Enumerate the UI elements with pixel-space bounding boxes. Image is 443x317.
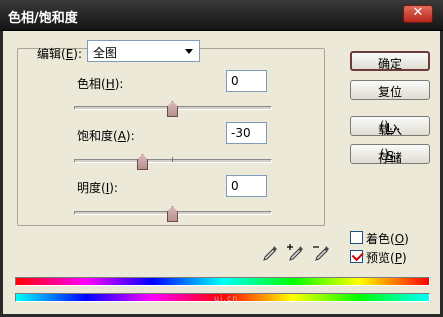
- close-icon: ✕: [412, 5, 424, 20]
- colorize-mnemonic: O: [394, 232, 405, 246]
- edit-label-text: 编辑: [37, 47, 62, 61]
- ok-button[interactable]: 确定: [350, 51, 430, 71]
- load-button-label: 载入(L)...: [351, 119, 429, 137]
- hue-label-text: 色相: [77, 77, 102, 91]
- ok-button-label: 确定: [377, 57, 402, 71]
- preview-checkbox[interactable]: [350, 249, 364, 263]
- preview-label-text: 预览: [366, 251, 391, 265]
- saturation-label: 饱和度(A):: [77, 129, 135, 143]
- edit-label: 编辑(E):: [37, 47, 83, 61]
- lightness-label: 明度(I):: [77, 181, 118, 195]
- saturation-label-text: 饱和度: [77, 129, 114, 143]
- saturation-input[interactable]: -30: [226, 122, 267, 144]
- saturation-slider-track[interactable]: [74, 159, 272, 163]
- saturation-mnemonic: A: [117, 129, 126, 143]
- preview-mnemonic: P: [394, 251, 402, 265]
- lightness-mnemonic: I: [105, 181, 110, 195]
- edit-dropdown-value: 全图: [93, 46, 118, 60]
- load-mnemonic: L: [386, 121, 394, 135]
- close-button[interactable]: ✕: [403, 5, 433, 23]
- lightness-input[interactable]: 0: [226, 175, 267, 197]
- colorize-label: 着色(O): [366, 232, 409, 246]
- save-button[interactable]: 存储(S)...: [350, 144, 430, 165]
- saturation-value: -30: [231, 126, 251, 140]
- window-title: 色相/饱和度: [8, 11, 78, 26]
- hue-label: 色相(H):: [77, 77, 124, 91]
- adjustment-group: [17, 48, 325, 226]
- save-button-label: 存储(S)...: [351, 147, 429, 165]
- hue-value: 0: [231, 74, 239, 88]
- window-frame-left: [0, 31, 3, 317]
- reset-button[interactable]: 复位: [350, 80, 430, 100]
- title-bar: 色相/饱和度 ✕: [0, 0, 443, 31]
- load-button[interactable]: 载入(L)...: [350, 116, 430, 137]
- save-mnemonic: S: [386, 149, 394, 163]
- hue-mnemonic: H: [105, 77, 115, 91]
- edit-mnemonic: E: [65, 47, 74, 61]
- hue-input[interactable]: 0: [226, 70, 267, 92]
- colorize-label-text: 着色: [366, 232, 391, 246]
- eyedropper-minus-icon[interactable]: [312, 243, 332, 263]
- lightness-value: 0: [231, 179, 239, 193]
- dropdown-arrow-icon: [185, 49, 193, 54]
- eyedropper-plus-icon[interactable]: [286, 243, 306, 263]
- color-spectrum-bar-top: [15, 277, 430, 286]
- reset-button-label: 复位: [377, 85, 402, 99]
- saturation-center-tick: [172, 157, 173, 162]
- lightness-label-text: 明度: [77, 181, 102, 195]
- preview-label: 预览(P): [366, 251, 407, 265]
- colorize-checkbox[interactable]: [350, 231, 363, 244]
- watermark: ui.cn: [214, 294, 239, 303]
- checkmark-icon: [351, 249, 364, 262]
- edit-dropdown[interactable]: 全图: [87, 40, 200, 62]
- eyedropper-icon[interactable]: [260, 243, 280, 263]
